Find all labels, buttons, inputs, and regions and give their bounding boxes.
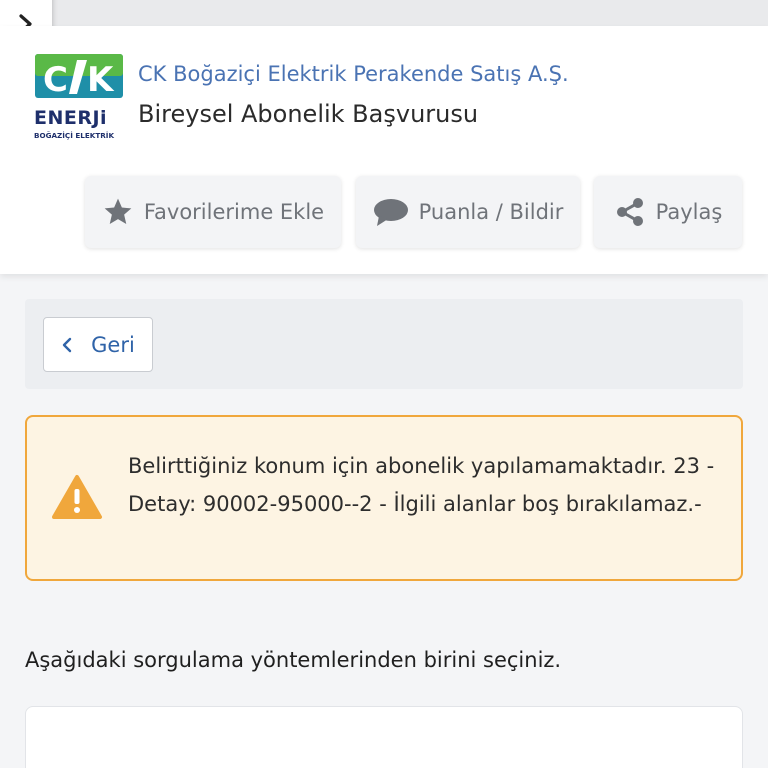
svg-text:C: C [43,60,68,100]
svg-text:BOĞAZİÇİ ELEKTRİK: BOĞAZİÇİ ELEKTRİK [34,131,114,140]
warning-icon [52,475,102,519]
back-button[interactable]: Geri [43,317,153,372]
star-icon [104,198,132,224]
share-label: Paylaş [655,200,723,224]
ck-enerji-logo: C K ENERJi BOĞAZİÇİ ELEKTRİK [34,54,123,140]
query-options-card [25,706,743,768]
navigation-panel: Geri [25,299,743,389]
service-header-card: C K ENERJi BOĞAZİÇİ ELEKTRİK CK Boğaziçi… [0,26,768,274]
instruction-text: Aşağıdaki sorgulama yöntemlerinden birin… [25,648,562,672]
speech-bubble-icon [373,199,408,226]
svg-text:K: K [87,60,115,100]
add-to-favorites-button[interactable]: Favorilerime Ekle [85,176,341,248]
rate-report-label: Puanla / Bildir [418,200,564,224]
svg-text:ENERJi: ENERJi [34,107,107,129]
share-icon [616,198,643,226]
warning-alert: Belirttiğiniz konum için abonelik yapıla… [25,415,743,581]
add-to-favorites-label: Favorilerime Ekle [143,200,325,224]
share-button[interactable]: Paylaş [594,176,742,248]
top-bar [0,0,768,26]
rate-report-button[interactable]: Puanla / Bildir [356,176,580,248]
service-title: Bireysel Abonelik Başvurusu [138,100,479,128]
back-label: Geri [91,332,135,357]
alert-message: Belirttiğiniz konum için abonelik yapıla… [128,454,715,516]
organization-name[interactable]: CK Boğaziçi Elektrik Perakende Satış A.Ş… [138,62,569,86]
chevron-left-icon [62,337,72,352]
